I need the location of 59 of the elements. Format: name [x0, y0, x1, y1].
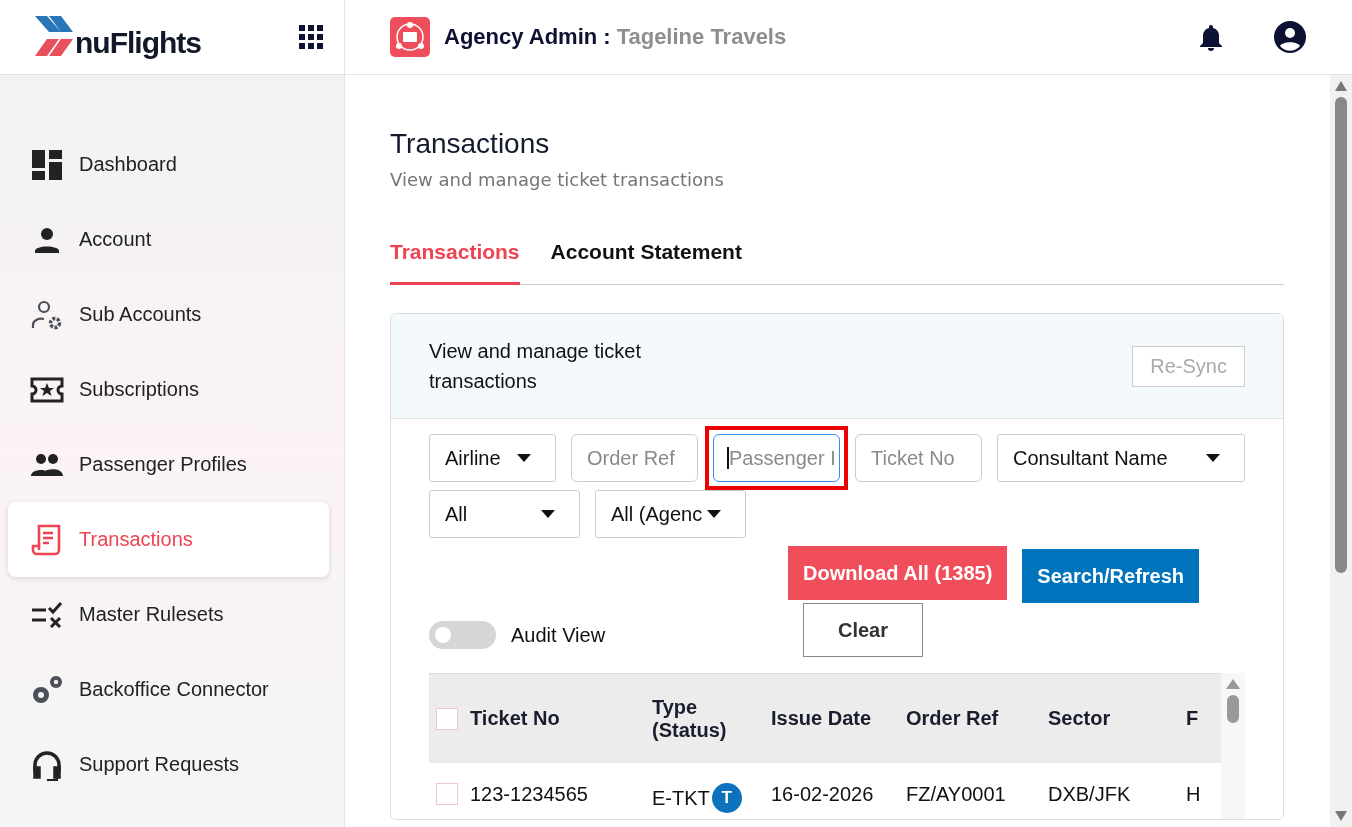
scrollbar[interactable]	[1330, 75, 1352, 827]
input-field[interactable]: Passenger I	[713, 434, 840, 482]
sidebar-item[interactable]: Support Requests	[8, 727, 329, 802]
column-header: Issue Date	[771, 707, 873, 730]
caret-icon	[541, 510, 555, 518]
dropdown-field[interactable]: All (Agenc	[595, 490, 746, 538]
column-header: Type (Status)	[652, 695, 728, 742]
page-subtitle: View and manage ticket transactions	[390, 169, 725, 190]
column-header: Ticket No	[470, 707, 561, 730]
column-header: F	[1186, 707, 1200, 730]
checkbox[interactable]	[436, 707, 458, 730]
status-badge: T	[711, 783, 742, 813]
notification-bell-icon[interactable]	[1198, 23, 1224, 51]
sidebar-item[interactable]: Master Rulesets	[8, 577, 329, 652]
scrollbar-thumb[interactable]	[1227, 695, 1239, 723]
download-button[interactable]: Download All (1385)	[788, 546, 1008, 600]
table-cell-text: 123-1234565	[470, 783, 589, 806]
table-cell-text: H	[1186, 783, 1202, 806]
column-header: Sector	[1048, 707, 1112, 730]
tab[interactable]: Transactions	[390, 240, 520, 285]
sidebar-item[interactable]: Passenger Profiles	[8, 427, 329, 502]
caret-icon	[517, 454, 531, 462]
sidebar-item[interactable]: Subscriptions	[8, 352, 329, 427]
tab[interactable]: Account Statement	[550, 240, 742, 285]
caret-icon	[707, 510, 721, 518]
scrollbar[interactable]	[1221, 673, 1245, 819]
sidebar-item[interactable]: Transactions	[8, 502, 329, 577]
scroll-up-icon[interactable]	[1335, 81, 1347, 91]
dropdown-field[interactable]: All	[429, 490, 580, 538]
sidebar-item[interactable]: Sub Accounts	[8, 277, 329, 352]
brand-name: nuFlights	[75, 28, 201, 58]
table-cell: E-TKT	[652, 786, 710, 810]
caret-icon	[1206, 454, 1220, 462]
sidebar-item[interactable]: Backoffice Connector	[8, 652, 329, 727]
toggle-label: Audit View	[511, 623, 606, 647]
dashboard-icon	[30, 147, 64, 182]
scroll-up-icon[interactable]	[1226, 679, 1240, 689]
search-button[interactable]: Search/Refresh	[1022, 549, 1200, 603]
dropdown-field[interactable]: Consultant Name	[997, 434, 1245, 482]
apps-grid-icon[interactable]	[299, 25, 323, 49]
user-account-icon[interactable]	[1274, 21, 1306, 53]
column-header: Order Ref	[906, 707, 1000, 730]
table-cell-text: FZ/AY0001	[906, 783, 1007, 806]
dropdown-field[interactable]: Airline	[429, 434, 556, 482]
checkbox[interactable]	[436, 783, 458, 805]
clear-button[interactable]: Clear	[803, 603, 923, 657]
page-header-title: Agency Admin :	[444, 24, 611, 50]
scroll-down-icon[interactable]	[1335, 811, 1347, 821]
agency-icon	[390, 17, 430, 57]
toggle-switch[interactable]	[429, 621, 496, 649]
sidebar-item[interactable]: Dashboard	[8, 127, 329, 202]
scrollbar-thumb[interactable]	[1335, 97, 1347, 573]
page-title: Transactions	[390, 127, 551, 161]
table-cell-text: 16-02-2026	[771, 783, 875, 806]
logo-mark-icon	[35, 16, 73, 58]
agency-name: Tageline Travels	[616, 24, 787, 50]
sidebar-item[interactable]: Account	[8, 202, 329, 277]
table-cell-text: DXB/JFK	[1048, 783, 1132, 806]
card-description: View and manage ticket transactions	[429, 339, 642, 394]
